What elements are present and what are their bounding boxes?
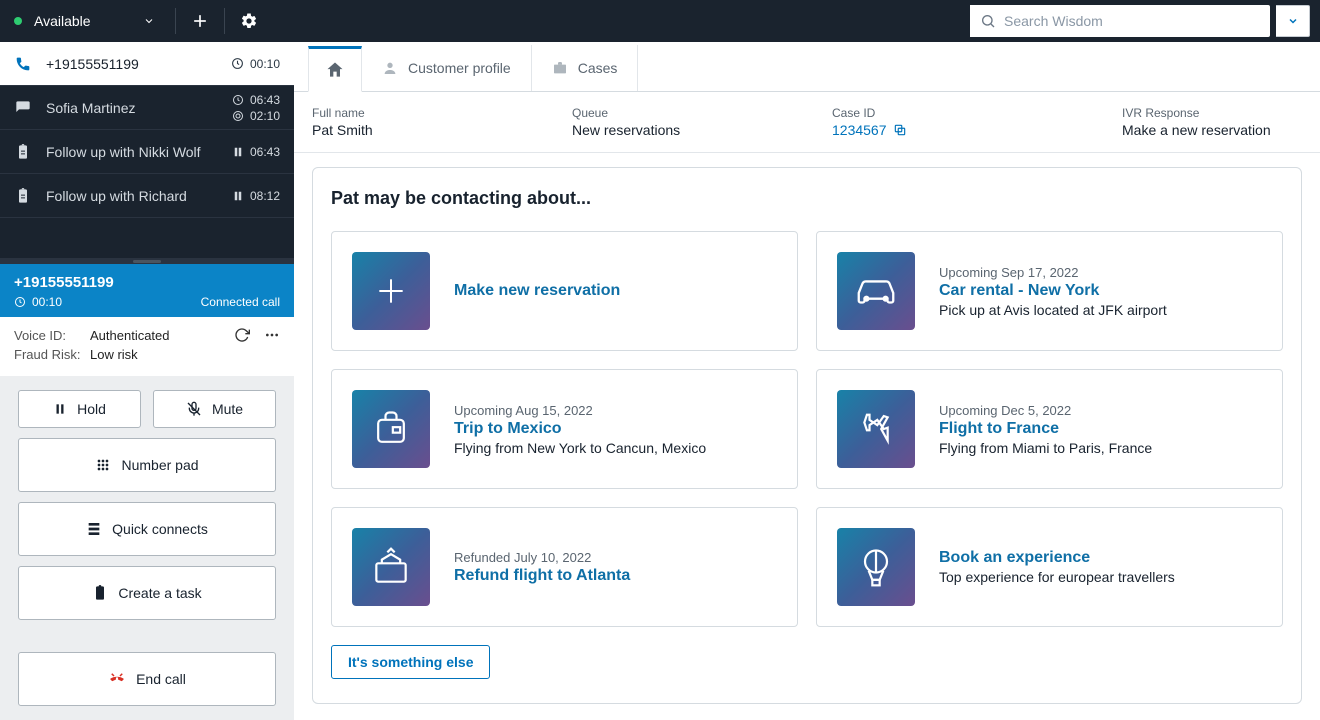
divider: [175, 8, 176, 34]
car-icon: [837, 252, 915, 330]
contact-label: +19155551199: [46, 56, 217, 72]
queue-label: Queue: [572, 106, 792, 120]
main-area: Customer profile Cases Full name Pat Smi…: [294, 42, 1320, 720]
card-refund-atlanta[interactable]: Refunded July 10, 2022 Refund flight to …: [331, 507, 798, 627]
search-box[interactable]: [970, 5, 1270, 37]
top-bar: Available: [0, 0, 1320, 42]
end-call-icon: [108, 670, 126, 688]
user-icon: [382, 60, 398, 76]
balloon-icon: [837, 528, 915, 606]
card-car-rental[interactable]: Upcoming Sep 17, 2022 Car rental - New Y…: [816, 231, 1283, 351]
contact-timer: 06:43: [232, 145, 280, 159]
tab-bar: Customer profile Cases: [294, 42, 1320, 92]
contact-item-task[interactable]: Follow up with Richard 08:12: [0, 174, 294, 218]
contact-timer: 00:10: [231, 57, 280, 71]
search-input[interactable]: [970, 5, 1230, 37]
contact-timer: 06:43: [232, 93, 280, 107]
luggage-icon: [352, 390, 430, 468]
card-meta: Refunded July 10, 2022: [454, 550, 630, 565]
number-pad-button[interactable]: Number pad: [18, 438, 276, 492]
card-trip-mexico[interactable]: Upcoming Aug 15, 2022 Trip to Mexico Fly…: [331, 369, 798, 489]
settings-button[interactable]: [231, 3, 267, 39]
copy-icon[interactable]: [893, 123, 907, 137]
full-name-value: Pat Smith: [312, 122, 532, 138]
briefcase-icon: [552, 60, 568, 76]
card-subtitle: Pick up at Avis located at JFK airport: [939, 302, 1167, 318]
card-title: Flight to France: [939, 420, 1152, 438]
panel-title: Pat may be contacting about...: [331, 188, 1283, 209]
contact-label: Sofia Martinez: [46, 100, 218, 116]
agent-status-label: Available: [34, 13, 91, 29]
clipboard-icon: [14, 188, 32, 204]
plane-icon: [837, 390, 915, 468]
card-flight-france[interactable]: Upcoming Dec 5, 2022 Flight to France Fl…: [816, 369, 1283, 489]
hold-button[interactable]: Hold: [18, 390, 141, 428]
card-meta: Upcoming Sep 17, 2022: [939, 265, 1167, 280]
ivr-label: IVR Response: [1122, 106, 1302, 120]
tab-cases[interactable]: Cases: [532, 45, 639, 91]
tab-home[interactable]: [308, 46, 362, 92]
contact-label: Follow up with Richard: [46, 188, 218, 204]
mute-button[interactable]: Mute: [153, 390, 276, 428]
card-title: Book an experience: [939, 549, 1175, 567]
voice-id-panel: Voice ID: Authenticated Fraud Risk: Low …: [0, 317, 294, 376]
voice-id-value: Authenticated: [90, 328, 170, 343]
fraud-risk-label: Fraud Risk:: [14, 347, 84, 362]
search-expand-button[interactable]: [1276, 5, 1310, 37]
card-title: Make new reservation: [454, 282, 620, 300]
quick-connects-button[interactable]: Quick connects: [18, 502, 276, 556]
chevron-down-icon: [143, 15, 155, 27]
contact-item-chat[interactable]: Sofia Martinez 06:43 02:10: [0, 86, 294, 130]
contact-info-strip: Full name Pat Smith Queue New reservatio…: [294, 92, 1320, 153]
search-icon: [980, 13, 996, 29]
card-book-experience[interactable]: Book an experience Top experience for eu…: [816, 507, 1283, 627]
call-timer: 00:10: [14, 295, 62, 309]
case-id-label: Case ID: [832, 106, 1082, 120]
card-make-reservation[interactable]: Make new reservation: [331, 231, 798, 351]
voice-id-label: Voice ID:: [14, 328, 84, 343]
create-task-button[interactable]: Create a task: [18, 566, 276, 620]
clipboard-icon: [14, 144, 32, 160]
card-subtitle: Flying from Miami to Paris, France: [939, 440, 1152, 456]
card-meta: Upcoming Dec 5, 2022: [939, 403, 1152, 418]
card-meta: Upcoming Aug 15, 2022: [454, 403, 706, 418]
end-call-button[interactable]: End call: [18, 652, 276, 706]
add-button[interactable]: [182, 3, 218, 39]
card-subtitle: Flying from New York to Cancun, Mexico: [454, 440, 706, 456]
phone-icon: [14, 56, 32, 72]
more-icon[interactable]: [264, 327, 280, 343]
something-else-button[interactable]: It's something else: [331, 645, 490, 679]
sidebar: +19155551199 00:10 Sofia Martinez 06:43: [0, 42, 294, 720]
agent-status-dropdown[interactable]: Available: [0, 0, 169, 42]
home-icon: [325, 60, 345, 80]
ivr-value: Make a new reservation: [1122, 122, 1302, 138]
card-title: Refund flight to Atlanta: [454, 567, 630, 585]
divider: [224, 8, 225, 34]
tab-customer-profile[interactable]: Customer profile: [362, 45, 532, 91]
refund-icon: [352, 528, 430, 606]
suggestions-panel: Pat may be contacting about... Make new …: [312, 167, 1302, 704]
call-status: Connected call: [201, 295, 280, 309]
call-number: +19155551199: [14, 274, 280, 291]
contact-item-call[interactable]: +19155551199 00:10: [0, 42, 294, 86]
contact-item-task[interactable]: Follow up with Nikki Wolf 06:43: [0, 130, 294, 174]
queue-value: New reservations: [572, 122, 792, 138]
plus-icon: [352, 252, 430, 330]
active-call-banner: +19155551199 00:10 Connected call: [0, 264, 294, 317]
contact-timer: 08:12: [232, 189, 280, 203]
full-name-label: Full name: [312, 106, 532, 120]
card-title: Trip to Mexico: [454, 420, 706, 438]
refresh-icon[interactable]: [234, 327, 250, 343]
status-indicator-dot: [14, 17, 22, 25]
chat-icon: [14, 100, 32, 116]
card-title: Car rental - New York: [939, 282, 1167, 300]
call-controls: Hold Mute Number pad Quick connects: [0, 376, 294, 720]
case-id-link[interactable]: 1234567: [832, 122, 1082, 138]
fraud-risk-value: Low risk: [90, 347, 138, 362]
contact-label: Follow up with Nikki Wolf: [46, 144, 218, 160]
contact-timer-secondary: 02:10: [232, 109, 280, 123]
card-subtitle: Top experience for europear travellers: [939, 569, 1175, 585]
